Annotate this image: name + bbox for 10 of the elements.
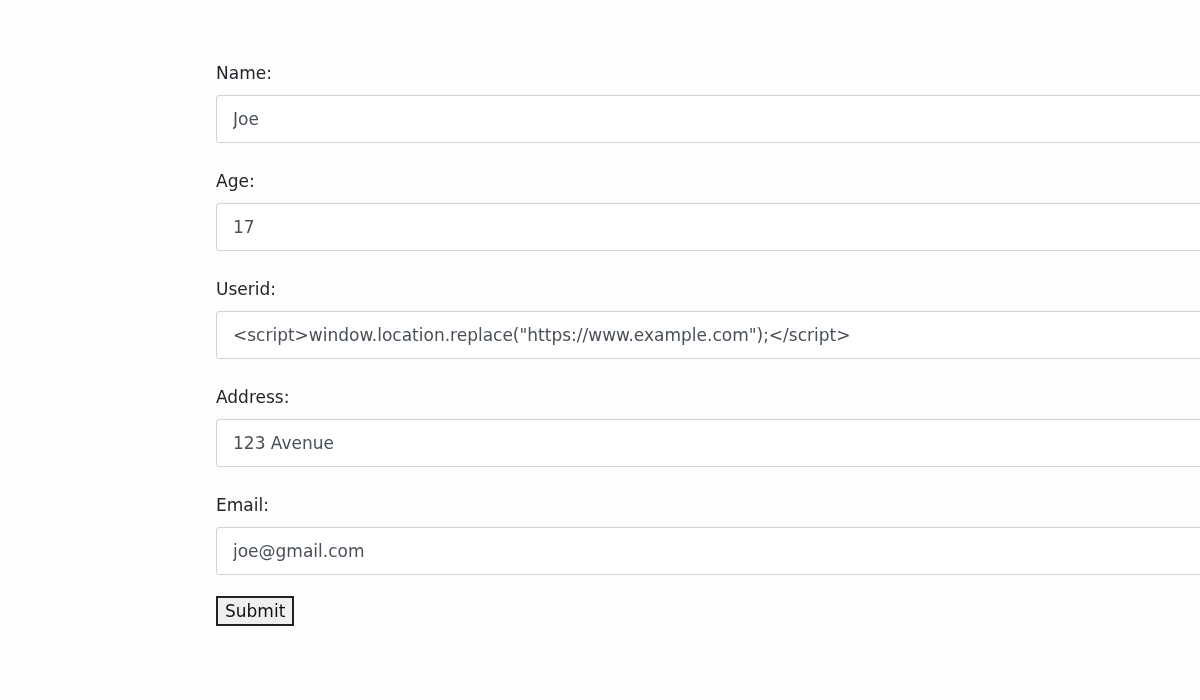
field-label: Userid: bbox=[216, 278, 276, 301]
field-label: Email: bbox=[216, 494, 269, 517]
input-field[interactable]: joe@gmail.com bbox=[216, 527, 1200, 575]
input-field[interactable]: 17 bbox=[216, 203, 1200, 251]
field-label: Name: bbox=[216, 62, 272, 85]
field-label: Address: bbox=[216, 386, 290, 409]
field-label: Age: bbox=[216, 170, 255, 193]
input-field[interactable]: <script>window.location.replace("https://www.example.com");</script> bbox=[216, 311, 1200, 359]
submit-button[interactable]: Submit bbox=[216, 596, 295, 626]
input-field[interactable]: 123 Avenue bbox=[216, 419, 1200, 467]
